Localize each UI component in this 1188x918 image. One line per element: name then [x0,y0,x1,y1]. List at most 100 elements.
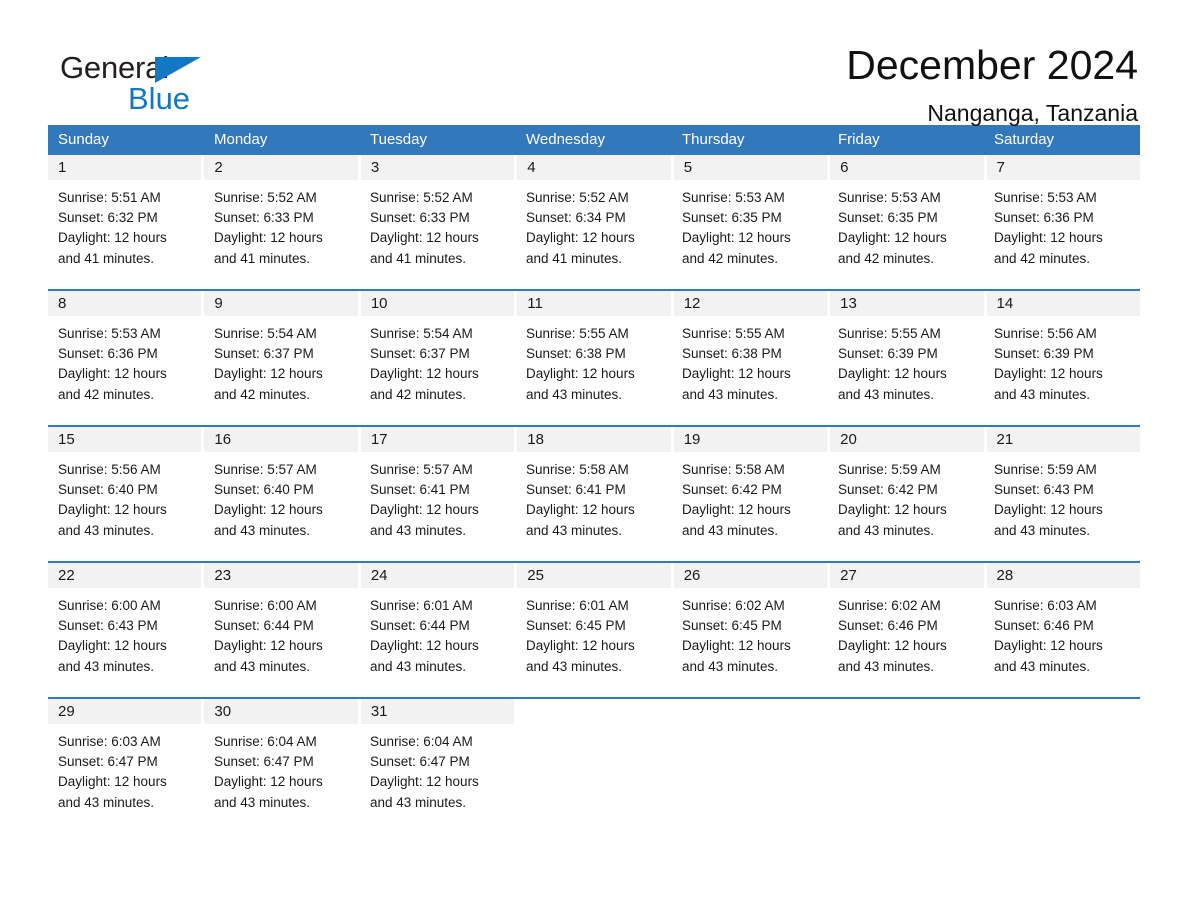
dow-wednesday: Wednesday [526,131,605,148]
sunset-text: Sunset: 6:43 PM [58,618,158,634]
day-cell[interactable]: Sunrise: 5:59 AM Sunset: 6:42 PM Daylight:… [828,452,984,561]
day-number[interactable]: 8 [48,291,205,316]
dow-sunday: Sunday [58,131,109,148]
daylight-text-line2: and 43 minutes. [214,658,311,674]
sunset-text: Sunset: 6:47 PM [370,754,470,770]
daylight-text-line1: Daylight: 12 hours [526,366,635,382]
day-number[interactable]: 18 [517,427,674,452]
day-number[interactable]: 28 [987,563,1140,588]
day-number[interactable]: 10 [361,291,518,316]
day-cell[interactable]: Sunrise: 5:57 AM Sunset: 6:40 PM Daylight:… [204,452,360,561]
daylight-text-line2: and 43 minutes. [994,386,1091,402]
day-cell[interactable]: Sunrise: 5:57 AM Sunset: 6:41 PM Daylight:… [360,452,516,561]
day-cell[interactable]: Sunrise: 5:56 AM Sunset: 6:39 PM Daylight:… [984,316,1140,425]
daylight-text-line1: Daylight: 12 hours [994,502,1103,518]
day-cell-empty [516,724,672,833]
day-cell[interactable]: Sunrise: 5:58 AM Sunset: 6:42 PM Daylight:… [672,452,828,561]
day-number[interactable]: 23 [204,563,361,588]
calendar-week-row: 29 30 31 Sunrise: 6:03 AM Sunset: 6:47 PM Day… [48,697,1140,833]
day-number[interactable]: 19 [674,427,831,452]
day-number[interactable]: 16 [204,427,361,452]
day-number[interactable]: 15 [48,427,205,452]
generalblue-logo[interactable]: General Blue [60,44,220,116]
sunrise-text: Sunrise: 6:00 AM [58,598,161,613]
day-number[interactable]: 12 [674,291,831,316]
day-number[interactable]: 11 [517,291,674,316]
day-cell[interactable]: Sunrise: 5:56 AM Sunset: 6:40 PM Daylight:… [48,452,204,561]
daylight-text-line2: and 43 minutes. [838,386,935,402]
day-number[interactable]: 31 [361,699,518,724]
day-number[interactable]: 29 [48,699,205,724]
day-number[interactable]: 4 [517,155,674,180]
sunrise-text: Sunrise: 6:03 AM [58,734,161,749]
daylight-text-line1: Daylight: 12 hours [994,366,1103,382]
daylight-text-line1: Daylight: 12 hours [838,638,947,654]
sunset-text: Sunset: 6:39 PM [838,346,938,362]
sunset-text: Sunset: 6:42 PM [838,482,938,498]
day-number[interactable]: 26 [674,563,831,588]
day-cell[interactable]: Sunrise: 5:52 AM Sunset: 6:33 PM Daylight:… [360,180,516,289]
day-cell[interactable]: Sunrise: 6:03 AM Sunset: 6:47 PM Daylight:… [48,724,204,833]
day-number[interactable]: 30 [204,699,361,724]
day-cell[interactable]: Sunrise: 5:52 AM Sunset: 6:33 PM Daylight:… [204,180,360,289]
sunset-text: Sunset: 6:39 PM [994,346,1094,362]
day-cell[interactable]: Sunrise: 6:04 AM Sunset: 6:47 PM Daylight:… [360,724,516,833]
day-number[interactable]: 2 [204,155,361,180]
day-cell[interactable]: Sunrise: 6:03 AM Sunset: 6:46 PM Daylight:… [984,588,1140,697]
sunrise-text: Sunrise: 6:01 AM [370,598,473,613]
day-number[interactable]: 1 [48,155,205,180]
sunrise-text: Sunrise: 5:56 AM [994,326,1097,341]
week-info-band: Sunrise: 5:56 AM Sunset: 6:40 PM Daylight:… [48,452,1140,561]
day-cell[interactable]: Sunrise: 6:01 AM Sunset: 6:44 PM Daylight:… [360,588,516,697]
day-number[interactable]: 24 [361,563,518,588]
daylight-text-line1: Daylight: 12 hours [838,502,947,518]
daylight-text-line1: Daylight: 12 hours [214,774,323,790]
daylight-text-line1: Daylight: 12 hours [214,366,323,382]
day-cell[interactable]: Sunrise: 5:55 AM Sunset: 6:38 PM Daylight:… [516,316,672,425]
day-cell[interactable]: Sunrise: 6:01 AM Sunset: 6:45 PM Daylight:… [516,588,672,697]
day-number[interactable]: 21 [987,427,1140,452]
day-cell[interactable]: Sunrise: 5:58 AM Sunset: 6:41 PM Daylight:… [516,452,672,561]
daylight-text-line2: and 43 minutes. [214,522,311,538]
day-number[interactable]: 14 [987,291,1140,316]
day-number[interactable]: 27 [830,563,987,588]
page-subtitle: Nanganga, Tanzania [927,100,1138,127]
day-number[interactable]: 3 [361,155,518,180]
day-cell[interactable]: Sunrise: 5:51 AM Sunset: 6:32 PM Daylight:… [48,180,204,289]
sunset-text: Sunset: 6:41 PM [526,482,626,498]
day-number[interactable]: 9 [204,291,361,316]
day-cell[interactable]: Sunrise: 5:55 AM Sunset: 6:38 PM Daylight:… [672,316,828,425]
day-number[interactable]: 6 [830,155,987,180]
day-cell[interactable]: Sunrise: 5:53 AM Sunset: 6:35 PM Daylight:… [828,180,984,289]
sunrise-text: Sunrise: 5:53 AM [838,190,941,205]
day-cell[interactable]: Sunrise: 6:00 AM Sunset: 6:44 PM Daylight:… [204,588,360,697]
day-cell[interactable]: Sunrise: 5:52 AM Sunset: 6:34 PM Daylight:… [516,180,672,289]
daylight-text-line1: Daylight: 12 hours [370,774,479,790]
week-date-band: 15 16 17 18 19 20 21 [48,427,1140,452]
day-number[interactable]: 13 [830,291,987,316]
dow-thursday: Thursday [682,131,745,148]
day-cell[interactable]: Sunrise: 5:55 AM Sunset: 6:39 PM Daylight:… [828,316,984,425]
day-number-empty [986,699,1140,724]
day-number[interactable]: 5 [674,155,831,180]
day-cell[interactable]: Sunrise: 5:53 AM Sunset: 6:35 PM Daylight:… [672,180,828,289]
day-number[interactable]: 17 [361,427,518,452]
sunset-text: Sunset: 6:37 PM [370,346,470,362]
day-cell[interactable]: Sunrise: 5:54 AM Sunset: 6:37 PM Daylight:… [204,316,360,425]
day-number[interactable]: 20 [830,427,987,452]
sunrise-text: Sunrise: 6:02 AM [682,598,785,613]
day-cell[interactable]: Sunrise: 5:59 AM Sunset: 6:43 PM Daylight:… [984,452,1140,561]
calendar-week-row: 1 2 3 4 5 6 7 Sunrise: 5:51 AM Sunset: 6:32 PM Da… [48,155,1140,289]
day-cell[interactable]: Sunrise: 5:54 AM Sunset: 6:37 PM Daylight:… [360,316,516,425]
day-cell[interactable]: Sunrise: 5:53 AM Sunset: 6:36 PM Daylight:… [984,180,1140,289]
daylight-text-line2: and 42 minutes. [370,386,467,402]
day-number[interactable]: 22 [48,563,205,588]
day-cell[interactable]: Sunrise: 6:00 AM Sunset: 6:43 PM Daylight:… [48,588,204,697]
day-number[interactable]: 7 [987,155,1140,180]
day-cell[interactable]: Sunrise: 6:02 AM Sunset: 6:45 PM Daylight:… [672,588,828,697]
day-cell[interactable]: Sunrise: 6:04 AM Sunset: 6:47 PM Daylight:… [204,724,360,833]
day-cell[interactable]: Sunrise: 5:53 AM Sunset: 6:36 PM Daylight:… [48,316,204,425]
day-number[interactable]: 25 [517,563,674,588]
day-cell[interactable]: Sunrise: 6:02 AM Sunset: 6:46 PM Daylight:… [828,588,984,697]
week-date-band: 8 9 10 11 12 13 14 [48,291,1140,316]
